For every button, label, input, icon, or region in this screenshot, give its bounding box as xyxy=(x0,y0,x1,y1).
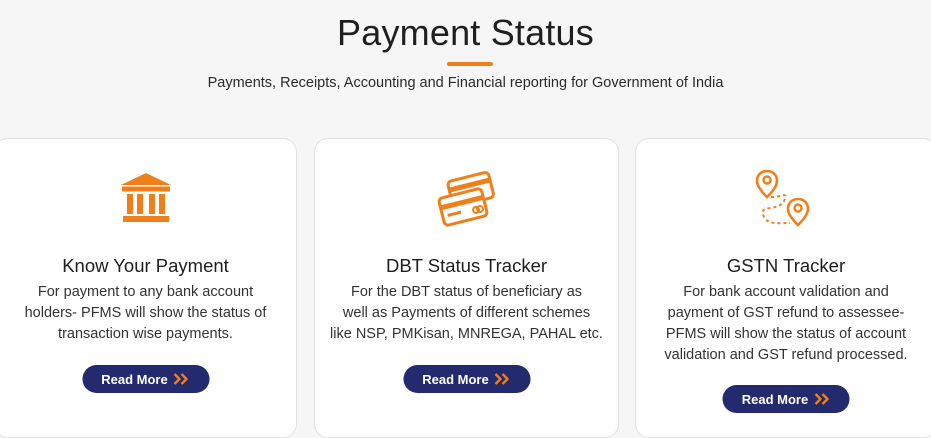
card-title: Know Your Payment xyxy=(62,255,229,276)
card-title: DBT Status Tracker xyxy=(385,255,548,276)
credit-cards-icon xyxy=(435,169,499,234)
read-more-label: Read More xyxy=(741,391,809,407)
card-description: For the DBT status of beneficiary as wel… xyxy=(315,282,618,345)
description-line: PFMS will show the status of account xyxy=(665,326,907,342)
read-more-button[interactable]: Read More xyxy=(82,365,209,393)
card-dbt-status-tracker: DBT Status Tracker For the DBT status of… xyxy=(314,138,619,438)
description-line: transaction wise payments. xyxy=(58,326,233,342)
card-description: For bank account validation and payment … xyxy=(636,282,931,366)
page-subtitle: Payments, Receipts, Accounting and Finan… xyxy=(207,75,724,91)
description-line: like NSP, PMKisan, MNREGA, PAHAL etc. xyxy=(330,326,603,342)
double-chevron-right-icon xyxy=(173,373,190,385)
description-line: For the DBT status of beneficiary as xyxy=(350,284,583,300)
read-more-label: Read More xyxy=(422,371,489,387)
bank-icon xyxy=(119,171,173,230)
card-description: For payment to any bank account holders-… xyxy=(0,282,296,345)
description-line: For bank account validation and xyxy=(683,284,889,300)
description-line: validation and GST refund processed. xyxy=(664,347,908,363)
description-line: holders- PFMS will show the status of xyxy=(24,305,267,321)
read-more-label: Read More xyxy=(101,371,168,387)
card-title: GSTN Tracker xyxy=(726,255,846,276)
title-underline xyxy=(447,62,493,66)
double-chevron-right-icon xyxy=(494,373,511,385)
card-gstn-tracker: GSTN Tracker For bank account validation… xyxy=(635,138,931,438)
read-more-button[interactable]: Read More xyxy=(403,365,530,393)
page-title: Payment Status xyxy=(337,12,594,53)
description-line: For payment to any bank account xyxy=(37,284,254,300)
double-chevron-right-icon xyxy=(814,393,830,405)
description-line: well as Payments of different schemes xyxy=(342,305,591,321)
description-line: payment of GST refund to assessee- xyxy=(667,305,905,321)
card-know-your-payment: Know Your Payment For payment to any ban… xyxy=(0,138,297,438)
read-more-button[interactable]: Read More xyxy=(722,385,850,413)
route-pins-icon xyxy=(754,167,818,236)
